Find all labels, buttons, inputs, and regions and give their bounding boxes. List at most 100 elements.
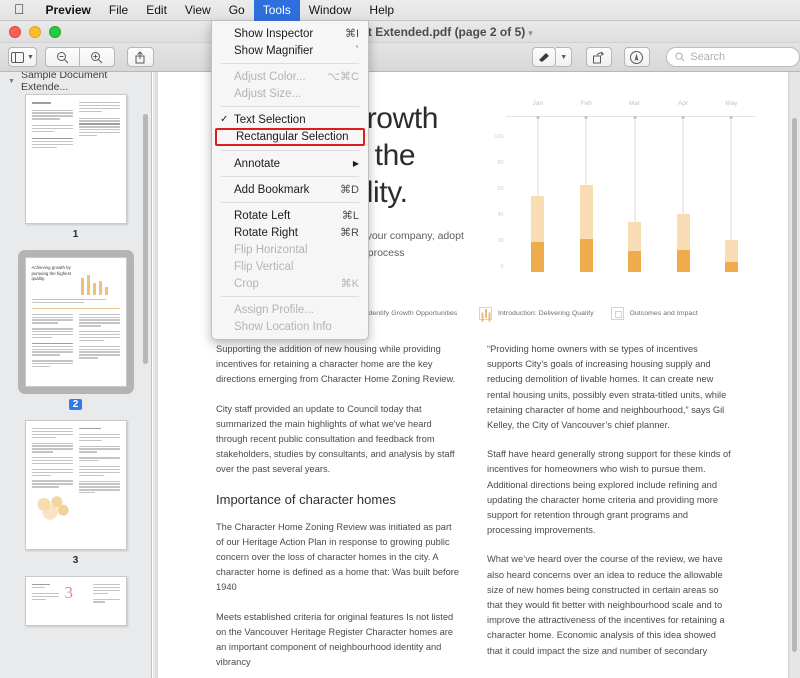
thumbnail-page-1[interactable] — [24, 94, 127, 224]
sidebar-header[interactable]: ▼ Sample Document Extende... — [0, 72, 151, 93]
chart-y-tick: 40 — [497, 212, 504, 218]
chart-bar — [724, 240, 738, 272]
chart-bar-segment-lower — [579, 238, 593, 272]
chart-x-tick: May — [725, 100, 738, 107]
chart-x-tick: Apr — [677, 100, 689, 107]
rotate-icon — [593, 50, 605, 63]
menu-item-label: Assign Profile... — [234, 303, 314, 316]
chart-y-tick: 20 — [497, 238, 504, 244]
menu-edit[interactable]: Edit — [137, 0, 176, 21]
feature-item-4[interactable]: Outcomes and Impact — [610, 307, 733, 320]
thumbnail-item-2[interactable]: Achieving growth by pursuing the highest… — [0, 250, 151, 410]
share-icon — [135, 50, 145, 63]
menu-item-rotate-left[interactable]: Rotate Left ⌘L — [212, 207, 368, 224]
thumbnail-headline: Achieving growth by pursuing the highest… — [31, 265, 72, 282]
menu-window[interactable]: Window — [300, 0, 361, 21]
zoom-in-button[interactable] — [79, 47, 115, 67]
share-button[interactable] — [126, 47, 155, 67]
chart-x-tick: Mar — [628, 100, 641, 107]
thumbnail-page-2[interactable]: Achieving growth by pursuing the highest… — [24, 257, 127, 387]
menu-view[interactable]: View — [176, 0, 220, 21]
menu-tools[interactable]: Tools — [253, 0, 300, 21]
menu-file[interactable]: File — [100, 0, 137, 21]
tools-dropdown-menu: Show Inspector ⌘I Show Magnifier ` Adjust Co… — [211, 21, 369, 340]
window-title-bar: Sample Document Extended.pdf (page 2 of … — [0, 21, 800, 43]
thumbnail-page-number: 3 — [72, 555, 79, 566]
menu-item-crop: Crop ⌘K — [212, 275, 368, 292]
menu-item-show-magnifier[interactable]: Show Magnifier ` — [212, 42, 368, 59]
disclosure-triangle-icon[interactable]: ▼ — [8, 78, 15, 85]
menu-item-shortcut: ⌘K — [340, 278, 359, 290]
sidebar-scrollbar[interactable] — [143, 114, 148, 364]
rotate-button[interactable] — [586, 47, 612, 67]
chart-y-tick: 60 — [497, 186, 504, 192]
document-scrollbar[interactable] — [792, 118, 797, 652]
chart-y-tick: 80 — [497, 160, 504, 166]
zoom-out-icon — [56, 51, 69, 63]
feature-item-3[interactable]: Introduction: Delivering Quality — [479, 307, 601, 320]
menu-preview[interactable]: Preview — [37, 0, 100, 21]
menu-help[interactable]: Help — [360, 0, 403, 21]
menu-separator — [221, 202, 359, 203]
document-title[interactable]: Sample Document Extended.pdf (page 2 of … — [0, 21, 800, 43]
apple-menu-icon[interactable]:  — [0, 0, 37, 21]
search-input[interactable] — [690, 51, 791, 63]
paragraph: Staff have heard generally strong suppor… — [487, 449, 731, 536]
menu-item-label: Rotate Left — [234, 209, 291, 222]
left-column: Supporting the addition of new housing w… — [216, 342, 461, 678]
chart-bar-stem — [682, 117, 684, 215]
submenu-arrow-icon: ▶ — [352, 159, 359, 168]
cross-icon — [479, 307, 492, 320]
chart-x-tick: Jan — [532, 100, 544, 107]
menu-item-rotate-right[interactable]: Rotate Right ⌘R — [212, 224, 368, 241]
menu-item-annotate[interactable]: Annotate ▶ — [212, 155, 368, 172]
menu-item-show-inspector[interactable]: Show Inspector ⌘I — [212, 25, 368, 42]
chart-bar-group — [610, 115, 658, 272]
thumbnail-item-4[interactable]: 3 — [0, 576, 151, 626]
thumbnail-page-number-current: 2 — [68, 399, 83, 410]
markup-button[interactable] — [532, 47, 557, 67]
menu-item-label: Add Bookmark — [234, 183, 310, 196]
chart-bar — [676, 214, 690, 272]
menu-go[interactable]: Go — [220, 0, 254, 21]
bar-chart: Jan Feb Mar Apr May 100 80 60 40 20 0 — [484, 100, 756, 285]
chart-y-tick: 100 — [494, 134, 504, 140]
menu-item-shortcut: ⌥⌘C — [327, 71, 359, 83]
menu-separator — [221, 176, 359, 177]
thumbnail-page-number: 1 — [72, 229, 79, 240]
menu-item-shortcut: ⌘D — [340, 184, 359, 196]
thumbnail-blob-graphic — [31, 494, 72, 521]
chart-bar-stem — [585, 117, 587, 186]
menu-item-label: Text Selection — [234, 113, 306, 126]
annotate-button[interactable] — [623, 47, 650, 67]
zoom-out-button[interactable] — [44, 47, 80, 67]
sidebar-toggle-button[interactable]: ▼ — [8, 47, 37, 67]
thumbnail-page-3[interactable] — [24, 420, 127, 550]
chart-bar-segment-upper — [531, 196, 545, 242]
menu-separator — [221, 296, 359, 297]
chart-bar-segment-lower — [724, 262, 738, 272]
menu-item-rectangular-selection[interactable]: Rectangular Selection — [215, 128, 365, 146]
menu-item-text-selection[interactable]: ✓ Text Selection — [212, 111, 368, 128]
chart-bar-segment-lower — [628, 251, 642, 272]
feature-label: Introduction: Delivering Quality — [498, 310, 594, 317]
chart-axis-dot — [681, 115, 685, 119]
chart-bar-segment-upper — [724, 240, 738, 263]
thumbnail-item-3[interactable]: 3 — [0, 420, 151, 566]
chart-bar-stem — [730, 117, 732, 241]
thumbnail-item-1[interactable]: 1 — [0, 94, 151, 240]
markup-options-button[interactable]: ▼ — [556, 47, 573, 67]
menu-item-flip-horizontal: Flip Horizontal — [212, 241, 368, 258]
menu-item-adjust-size: Adjust Size... — [212, 85, 368, 102]
menu-item-label: Flip Horizontal — [234, 243, 308, 256]
paragraph: City staff provided an update to Council… — [216, 403, 455, 475]
right-column: “Providing home owners with se types of … — [487, 342, 732, 678]
thumbnail-page-4[interactable]: 3 — [24, 576, 127, 626]
chart-axis-dot — [584, 115, 588, 119]
paragraph: “Providing home owners with se types of … — [487, 344, 727, 431]
menu-item-label: Rotate Right — [234, 226, 298, 239]
title-chevron-down-icon[interactable]: ▾ — [528, 28, 533, 38]
thumbnail-list: 1 Achieving growth by pursuing the highe… — [0, 90, 151, 626]
search-field[interactable] — [665, 47, 800, 67]
menu-item-add-bookmark[interactable]: Add Bookmark ⌘D — [212, 181, 368, 198]
